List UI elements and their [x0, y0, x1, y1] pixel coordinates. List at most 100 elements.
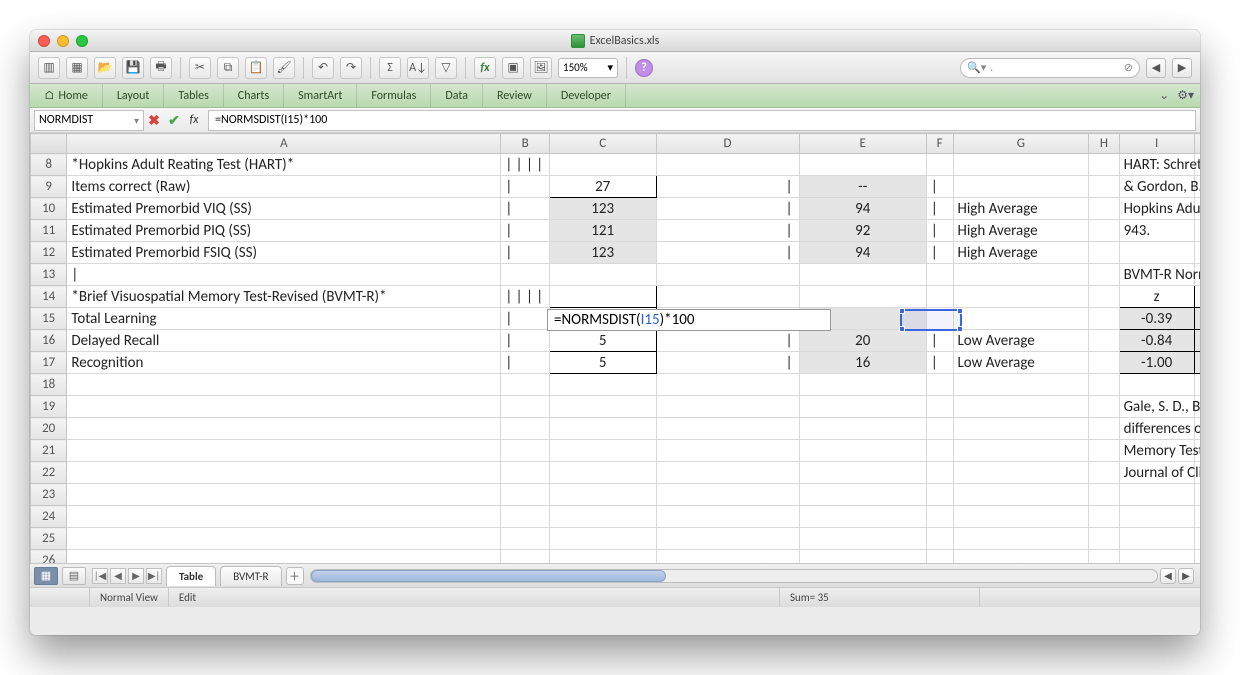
col-header-D[interactable]: D [656, 134, 799, 154]
cell-B20[interactable] [501, 418, 549, 440]
cell-F21[interactable] [926, 440, 953, 462]
cell-B25[interactable] [501, 528, 549, 550]
save-button[interactable]: 💾 [122, 57, 144, 79]
cell-G11[interactable]: High Average [953, 220, 1089, 242]
cell-B15[interactable]: | [501, 308, 549, 330]
cell-E11[interactable]: 92 [799, 220, 926, 242]
row-header-16[interactable]: 16 [31, 330, 67, 352]
cell-G19[interactable] [953, 396, 1089, 418]
cell-J18[interactable] [1194, 374, 1200, 396]
cell-H10[interactable] [1089, 198, 1119, 220]
tab-smartart[interactable]: SmartArt [284, 84, 357, 107]
tab-formulas[interactable]: Formulas [357, 84, 431, 107]
cell-C26[interactable] [549, 550, 656, 564]
undo-button[interactable]: ↶ [312, 57, 334, 79]
redo-button[interactable]: ↷ [340, 57, 362, 79]
search-input[interactable]: 🔍▾ . ⊘ [960, 58, 1140, 78]
cell-D19[interactable] [656, 396, 799, 418]
cell-E22[interactable] [799, 462, 926, 484]
cell-C14[interactable] [549, 286, 656, 308]
cell-J26[interactable] [1194, 550, 1200, 564]
cell-D25[interactable] [656, 528, 799, 550]
cell-J23[interactable] [1194, 484, 1200, 506]
autosum-button[interactable]: Σ [379, 57, 401, 79]
filter-button[interactable]: ▽ [435, 57, 457, 79]
cell-H26[interactable] [1089, 550, 1119, 564]
cell-D11[interactable]: | [656, 220, 799, 242]
cell-F23[interactable] [926, 484, 953, 506]
tab-charts[interactable]: Charts [224, 84, 284, 107]
cell-E10[interactable]: 94 [799, 198, 926, 220]
cell-D8[interactable] [656, 154, 799, 176]
row-header-14[interactable]: 14 [31, 286, 67, 308]
add-sheet-button[interactable]: ＋ [286, 567, 304, 585]
cell-H24[interactable] [1089, 506, 1119, 528]
cell-B12[interactable]: | [501, 242, 549, 264]
cell-D21[interactable] [656, 440, 799, 462]
row-header-20[interactable]: 20 [31, 418, 67, 440]
cell-J17[interactable]: 5.6 [1194, 352, 1200, 374]
zoom-select[interactable]: 150%▾ [558, 58, 618, 78]
cell-B16[interactable]: | [501, 330, 549, 352]
cell-C10[interactable]: 123 [549, 198, 656, 220]
sheet-first-button[interactable]: |◀ [92, 568, 108, 584]
cell-C23[interactable] [549, 484, 656, 506]
help-button[interactable]: ? [635, 59, 653, 77]
cell-D18[interactable] [656, 374, 799, 396]
cell-F14[interactable] [926, 286, 953, 308]
cell-H16[interactable] [1089, 330, 1119, 352]
cell-B26[interactable] [501, 550, 549, 564]
cell-F19[interactable] [926, 396, 953, 418]
row-header-23[interactable]: 23 [31, 484, 67, 506]
cell-H17[interactable] [1089, 352, 1119, 374]
cell-H21[interactable] [1089, 440, 1119, 462]
cell-E12[interactable]: 94 [799, 242, 926, 264]
cell-E17[interactable]: 16 [799, 352, 926, 374]
cell-H8[interactable] [1089, 154, 1119, 176]
cell-C13[interactable] [549, 264, 656, 286]
cell-E14[interactable] [799, 286, 926, 308]
cell-C16[interactable]: 5 [549, 330, 656, 352]
cell-G12[interactable]: High Average [953, 242, 1089, 264]
cell-E21[interactable] [799, 440, 926, 462]
cell-B21[interactable] [501, 440, 549, 462]
cell-I26[interactable] [1119, 550, 1194, 564]
cell-C19[interactable] [549, 396, 656, 418]
cell-I8[interactable]: HART: Schretlen, D. J., Winicki, J. M., … [1119, 154, 1194, 176]
row-header-26[interactable]: 26 [31, 550, 67, 564]
cell-G15[interactable] [953, 308, 1089, 330]
cell-I22[interactable]: Journal of Clinical and Experimental N [1119, 462, 1194, 484]
cell-A26[interactable] [67, 550, 501, 564]
cell-I10[interactable]: Hopkins Adult Reading Test (HART). T [1119, 198, 1194, 220]
chevron-down-icon[interactable]: ⌄ [1159, 88, 1169, 103]
fx-button[interactable]: fx [184, 111, 204, 129]
cell-I15[interactable]: -0.39 [1119, 308, 1194, 330]
cell-J12[interactable] [1194, 242, 1200, 264]
cell-I14[interactable]: z [1119, 286, 1194, 308]
row-header-21[interactable]: 21 [31, 440, 67, 462]
col-header-E[interactable]: E [799, 134, 926, 154]
cell-E18[interactable] [799, 374, 926, 396]
cell-B8[interactable]: | | | | [501, 154, 549, 176]
cell-G10[interactable]: High Average [953, 198, 1089, 220]
cell-A17[interactable]: Recognition [67, 352, 501, 374]
cell-C11[interactable]: 121 [549, 220, 656, 242]
cell-G26[interactable] [953, 550, 1089, 564]
copy-button[interactable]: ⧉ [217, 57, 239, 79]
cell-I19[interactable]: Gale, S. D., Baxter, L., Connor, D. J., … [1119, 396, 1194, 418]
cell-F25[interactable] [926, 528, 953, 550]
accept-formula-button[interactable]: ✔ [164, 111, 184, 129]
scroll-left-button[interactable]: ◀ [1160, 568, 1176, 584]
cell-I9[interactable]: & Gordon, B. (2009). Development, ps [1119, 176, 1194, 198]
tab-layout[interactable]: Layout [103, 84, 165, 107]
cell-A24[interactable] [67, 506, 501, 528]
cell-A11[interactable]: Estimated Premorbid PIQ (SS) [67, 220, 501, 242]
col-header-A[interactable]: A [67, 134, 501, 154]
cell-H20[interactable] [1089, 418, 1119, 440]
sheet-next-button[interactable]: ▶ [128, 568, 144, 584]
cell-I25[interactable] [1119, 528, 1194, 550]
cell-G21[interactable] [953, 440, 1089, 462]
cell-D17[interactable]: | [656, 352, 799, 374]
cell-H22[interactable] [1089, 462, 1119, 484]
cell-I23[interactable] [1119, 484, 1194, 506]
